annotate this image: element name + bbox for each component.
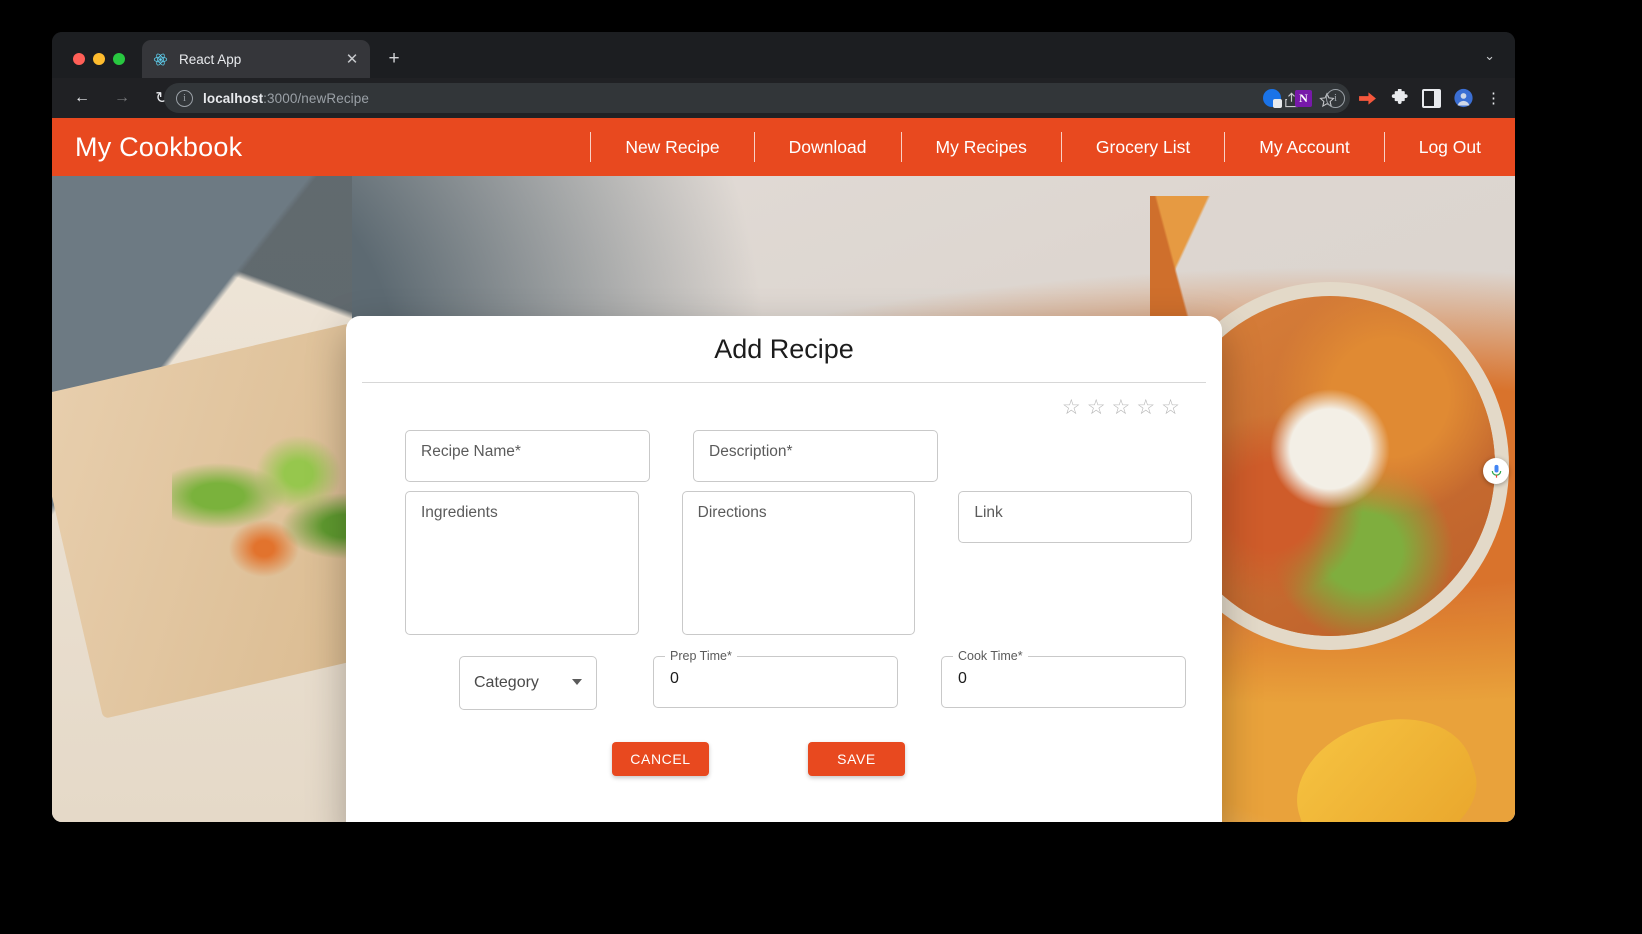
maximize-window-button[interactable]: [113, 53, 125, 65]
photo-lemon-wedge: [1279, 697, 1491, 822]
new-tab-button[interactable]: +: [384, 49, 404, 68]
minimize-window-button[interactable]: [93, 53, 105, 65]
prep-time-value: 0: [670, 670, 679, 687]
url-host: localhost: [203, 90, 264, 106]
description-placeholder: Description*: [709, 443, 793, 460]
app-navbar: My Cookbook New Recipe Download My Recip…: [52, 118, 1515, 176]
rating-star-3[interactable]: ☆: [1112, 397, 1131, 418]
nav-link-grocery-list[interactable]: Grocery List: [1060, 132, 1224, 162]
form-row-2: Ingredients Directions Link: [376, 491, 1193, 635]
dialog-title: Add Recipe: [714, 333, 854, 364]
cook-time-input[interactable]: Cook Time* 0: [941, 649, 1186, 708]
nav-link-new-recipe[interactable]: New Recipe: [590, 132, 753, 162]
browser-tab[interactable]: React App ✕: [142, 40, 370, 78]
rating-stars[interactable]: ☆ ☆ ☆ ☆ ☆: [376, 393, 1192, 421]
browser-menu-icon[interactable]: ⋮: [1486, 91, 1501, 106]
forward-button[interactable]: →: [106, 82, 138, 114]
toolbar-extension-icons: N i ⋮: [1262, 78, 1501, 118]
tab-title: React App: [179, 51, 242, 67]
profile-avatar[interactable]: [1454, 88, 1473, 108]
app-brand: My Cookbook: [75, 131, 243, 162]
ingredients-placeholder: Ingredients: [421, 504, 498, 521]
back-button[interactable]: ←: [66, 82, 98, 114]
dialog-actions: CANCEL SAVE: [376, 742, 1192, 776]
rating-star-5[interactable]: ☆: [1161, 397, 1180, 418]
side-panel-icon[interactable]: [1422, 88, 1441, 108]
nav-link-my-recipes[interactable]: My Recipes: [900, 132, 1061, 162]
recipe-name-input[interactable]: Recipe Name*: [405, 430, 650, 482]
prep-time-input[interactable]: Prep Time* 0: [653, 649, 898, 708]
ingredients-textarea[interactable]: Ingredients: [405, 491, 639, 635]
rating-star-4[interactable]: ☆: [1136, 397, 1155, 418]
recipe-name-placeholder: Recipe Name*: [421, 443, 521, 460]
save-button[interactable]: SAVE: [808, 742, 905, 776]
site-info-icon[interactable]: i: [176, 89, 193, 107]
browser-toolbar: ← → ↻ i localhost:3000/newRecipe N i ⋮: [52, 78, 1515, 118]
url-path: :3000/newRecipe: [263, 90, 369, 106]
page-content: My Cookbook New Recipe Download My Recip…: [52, 118, 1515, 822]
cook-time-label: Cook Time*: [953, 649, 1028, 663]
close-window-button[interactable]: [73, 53, 85, 65]
window-controls[interactable]: [73, 53, 125, 65]
category-select[interactable]: Category: [459, 656, 597, 710]
form-row-1: Recipe Name* Description*: [376, 430, 1192, 482]
chevron-down-icon: [572, 679, 582, 685]
cancel-button[interactable]: CANCEL: [612, 742, 709, 776]
cook-time-value: 0: [958, 670, 967, 687]
browser-tabstrip: React App ✕ + ⌄: [52, 32, 1515, 78]
nav-link-download[interactable]: Download: [753, 132, 901, 162]
category-select-label: Category: [474, 674, 539, 691]
navbar-links: New Recipe Download My Recipes Grocery L…: [590, 118, 1515, 176]
tab-search-chevron-icon[interactable]: ⌄: [1484, 48, 1495, 64]
rating-star-2[interactable]: ☆: [1087, 397, 1106, 418]
browser-window: React App ✕ + ⌄ ← → ↻ i localhost:3000/n…: [52, 32, 1515, 822]
add-recipe-dialog: Add Recipe ☆ ☆ ☆ ☆ ☆ Recipe Name* Descri…: [346, 316, 1222, 822]
close-tab-icon[interactable]: ✕: [344, 52, 360, 67]
address-bar[interactable]: i localhost:3000/newRecipe: [164, 83, 1350, 113]
info-extension-icon[interactable]: i: [1326, 88, 1345, 108]
link-placeholder: Link: [974, 504, 1003, 521]
screen-capture-extension-icon[interactable]: [1262, 89, 1282, 108]
prep-time-label: Prep Time*: [665, 649, 737, 663]
directions-textarea[interactable]: Directions: [681, 491, 916, 635]
nav-link-my-account[interactable]: My Account: [1224, 132, 1383, 162]
pocket-extension-icon[interactable]: [1358, 89, 1377, 108]
description-input[interactable]: Description*: [693, 430, 938, 482]
form-row-3: Category Prep Time* 0 Cook Time* 0: [376, 649, 1192, 710]
extensions-puzzle-icon[interactable]: [1390, 89, 1409, 108]
rating-star-1[interactable]: ☆: [1062, 397, 1081, 418]
voice-search-mic-icon[interactable]: [1483, 458, 1509, 484]
nav-link-log-out[interactable]: Log Out: [1383, 132, 1515, 162]
onenote-extension-icon[interactable]: N: [1294, 89, 1313, 108]
react-logo-icon: [152, 51, 169, 68]
dialog-body: ☆ ☆ ☆ ☆ ☆ Recipe Name* Description* Ingr…: [346, 383, 1222, 776]
link-input[interactable]: Link: [958, 491, 1193, 543]
directions-placeholder: Directions: [697, 504, 767, 521]
address-bar-url: localhost:3000/newRecipe: [203, 91, 369, 106]
screen: React App ✕ + ⌄ ← → ↻ i localhost:3000/n…: [0, 0, 1642, 934]
